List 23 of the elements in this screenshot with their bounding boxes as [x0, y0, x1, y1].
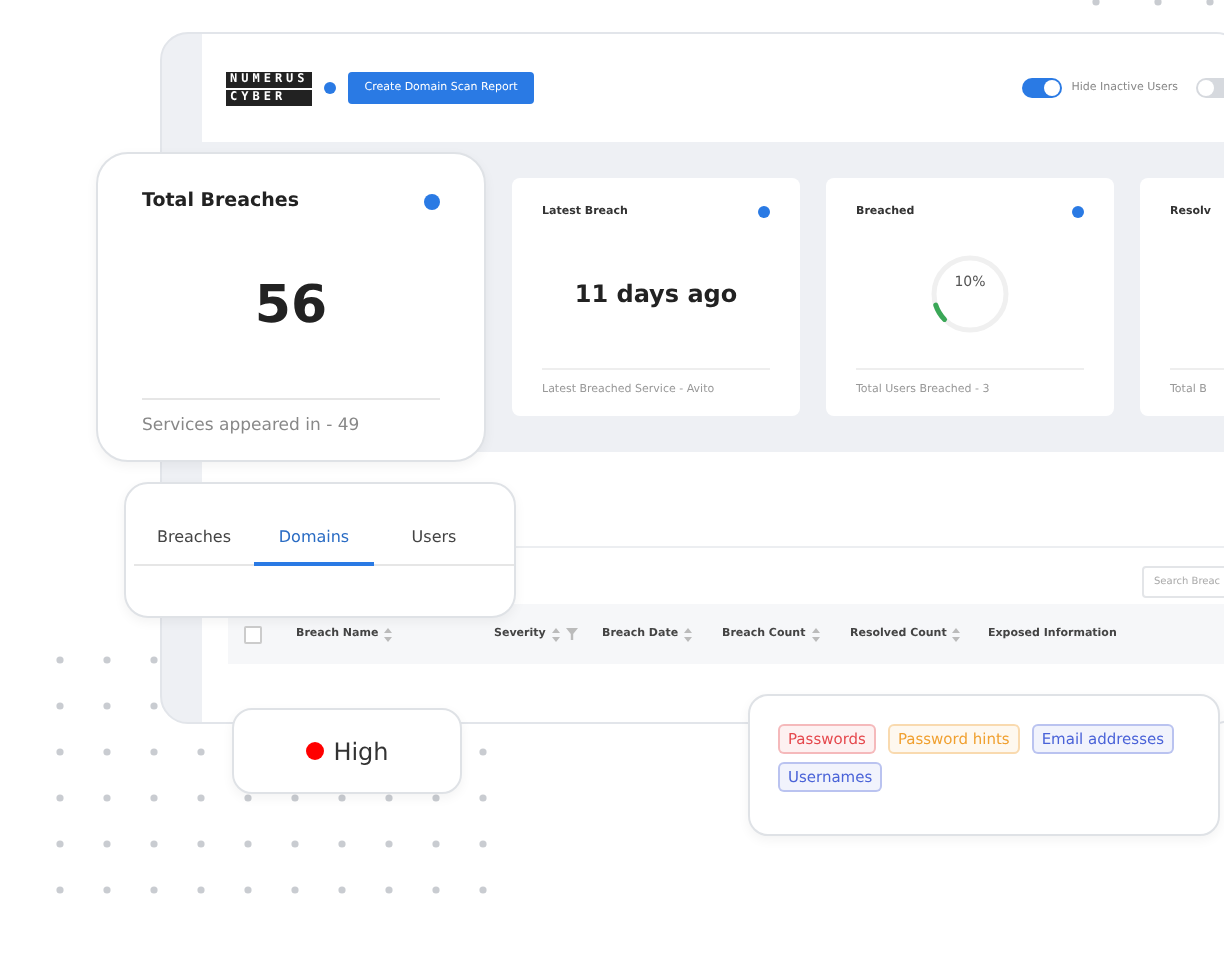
sort-icon[interactable] — [952, 627, 961, 641]
card-title: Total Breaches — [142, 190, 300, 212]
card-footer: Services appeared in - 49 — [142, 398, 440, 436]
sort-icon[interactable] — [551, 627, 560, 641]
toggle-knob — [1043, 80, 1060, 96]
sort-icon[interactable] — [384, 627, 393, 641]
toggle-switch[interactable] — [1196, 78, 1224, 98]
tab[interactable]: Users — [374, 528, 494, 566]
info-icon[interactable] — [758, 206, 770, 218]
filter-icon[interactable] — [565, 628, 578, 640]
stat-value: 11 days ago — [574, 279, 738, 307]
info-icon[interactable] — [1072, 206, 1084, 218]
toggle-knob — [1198, 80, 1214, 96]
severity-label: High — [333, 737, 389, 765]
sort-icon[interactable] — [684, 627, 693, 641]
help-icon[interactable] — [324, 82, 337, 94]
select-all-checkbox[interactable] — [244, 625, 262, 643]
stat-value: 56 — [254, 275, 328, 335]
tab[interactable]: Breaches — [134, 528, 254, 566]
info-icon[interactable] — [424, 193, 440, 209]
toggle-switch[interactable] — [1021, 78, 1062, 98]
sort-icon[interactable] — [811, 627, 820, 641]
tab[interactable]: Domains — [254, 528, 374, 566]
